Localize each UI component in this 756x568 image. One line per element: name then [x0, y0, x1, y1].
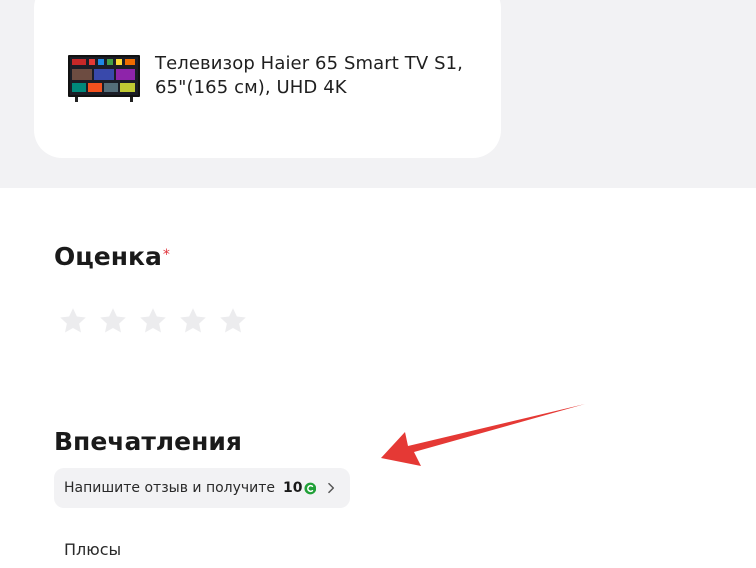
star-icon-3[interactable]	[138, 306, 168, 336]
rating-heading: Оценка*	[54, 239, 170, 275]
tv-thumbnail-image	[68, 55, 140, 102]
star-icon-4[interactable]	[178, 306, 208, 336]
bonus-review-button[interactable]: Напишите отзыв и получите 10	[54, 468, 350, 508]
required-mark: *	[162, 247, 170, 263]
impressions-heading: Впечатления	[54, 427, 242, 456]
star-rating[interactable]	[58, 306, 248, 336]
star-icon-2[interactable]	[98, 306, 128, 336]
rating-heading-text: Оценка	[54, 242, 162, 271]
bonus-text: Напишите отзыв и получите	[64, 480, 276, 496]
star-icon-5[interactable]	[218, 306, 248, 336]
product-card[interactable]: Телевизор Haier 65 Smart TV S1, 65"(165 …	[34, 0, 501, 158]
product-title: Телевизор Haier 65 Smart TV S1, 65"(165 …	[155, 53, 463, 98]
bonus-coin-icon	[303, 482, 316, 494]
bonus-amount: 10	[283, 480, 303, 496]
chevron-right-icon	[328, 482, 335, 494]
star-icon-1[interactable]	[58, 306, 88, 336]
pros-label: Плюсы	[64, 540, 122, 559]
